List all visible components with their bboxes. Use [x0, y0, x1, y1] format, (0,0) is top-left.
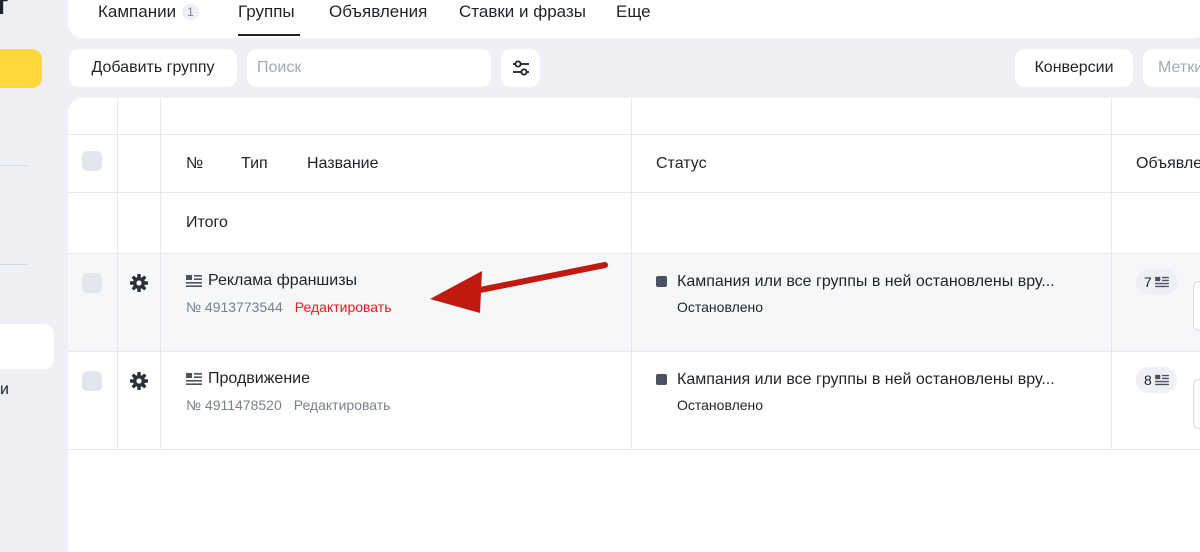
group-meta: № 4913773544 Редактировать: [186, 299, 392, 315]
sidebar-item-label[interactable]: и: [0, 381, 9, 399]
text-ad-icon: [1154, 276, 1169, 288]
group-name-link[interactable]: Продвижение: [186, 370, 310, 388]
column-header-type[interactable]: Тип: [241, 155, 268, 173]
column-header-status[interactable]: Статус: [656, 155, 707, 173]
tab-label: Объявления: [329, 2, 428, 21]
labels-filter[interactable]: Метки: [1143, 49, 1200, 87]
column-header-name[interactable]: Название: [307, 155, 379, 173]
column-header-ads[interactable]: Объявле: [1136, 155, 1200, 173]
row-checkbox[interactable]: [82, 371, 102, 391]
filter-settings-button[interactable]: [501, 49, 540, 87]
tab-label: Еще: [616, 2, 651, 21]
edit-link[interactable]: Редактировать: [295, 299, 392, 315]
search-input[interactable]: [247, 49, 491, 87]
ads-count: 8: [1144, 372, 1152, 388]
annotation-arrow-icon: [430, 262, 608, 313]
ads-count: 7: [1144, 274, 1152, 290]
sidebar-item-active[interactable]: [0, 324, 54, 369]
edit-link[interactable]: Редактировать: [294, 397, 391, 413]
text-ad-icon: [186, 275, 202, 287]
left-sidebar: ект и: [0, 0, 68, 552]
tab-more[interactable]: Еще: [616, 2, 651, 22]
group-number: № 4911478520: [186, 397, 282, 413]
tab-bids-phrases[interactable]: Ставки и фразы: [459, 2, 586, 22]
gear-icon[interactable]: [129, 371, 149, 391]
text-ad-icon: [186, 373, 202, 385]
tab-campaigns[interactable]: Кампании 1: [98, 2, 199, 22]
status-sub: Остановлено: [677, 299, 764, 315]
status-text: Кампания или все группы в ней остановлен…: [677, 371, 1055, 388]
tab-ads[interactable]: Объявления: [329, 2, 427, 22]
total-label: Итого: [186, 214, 228, 231]
sliders-icon: [512, 60, 529, 76]
sidebar-divider: [0, 165, 28, 166]
group-name-link[interactable]: Реклама франшизы: [186, 272, 357, 290]
tab-label: Ставки и фразы: [459, 2, 586, 21]
ad-preview-card[interactable]: [1193, 379, 1200, 429]
text-ad-icon: [1154, 374, 1169, 386]
group-number: № 4913773544: [186, 299, 283, 315]
logo-text: ект: [0, 0, 9, 21]
group-name: Реклама франшизы: [208, 272, 358, 289]
tab-count-badge: 1: [182, 4, 199, 20]
ads-count-badge[interactable]: 8: [1136, 367, 1177, 393]
create-campaign-button[interactable]: [0, 49, 42, 88]
select-all-checkbox[interactable]: [82, 151, 102, 171]
column-header-number[interactable]: №: [186, 155, 203, 173]
status-sub: Остановлено: [677, 397, 764, 413]
group-name: Продвижение: [208, 370, 310, 387]
ads-count-badge[interactable]: 7: [1136, 269, 1177, 295]
status-stopped-icon: [656, 276, 667, 287]
status-text: Кампания или все группы в ней остановлен…: [677, 273, 1055, 290]
sidebar-divider: [0, 264, 28, 265]
group-meta: № 4911478520 Редактировать: [186, 397, 390, 413]
add-group-button[interactable]: Добавить группу: [69, 49, 237, 87]
gear-icon[interactable]: [129, 273, 149, 293]
groups-table: № Тип Название Статус Объявле Итого Рекл…: [68, 98, 1200, 552]
conversions-button[interactable]: Конверсии: [1015, 49, 1133, 87]
ad-preview-card[interactable]: [1193, 281, 1200, 331]
tab-label: Кампании: [98, 2, 177, 21]
row-checkbox[interactable]: [82, 273, 102, 293]
status-stopped-icon: [656, 374, 667, 385]
tab-label: Группы: [238, 2, 295, 21]
active-tab-indicator: [238, 34, 300, 36]
tab-groups[interactable]: Группы: [238, 2, 295, 22]
